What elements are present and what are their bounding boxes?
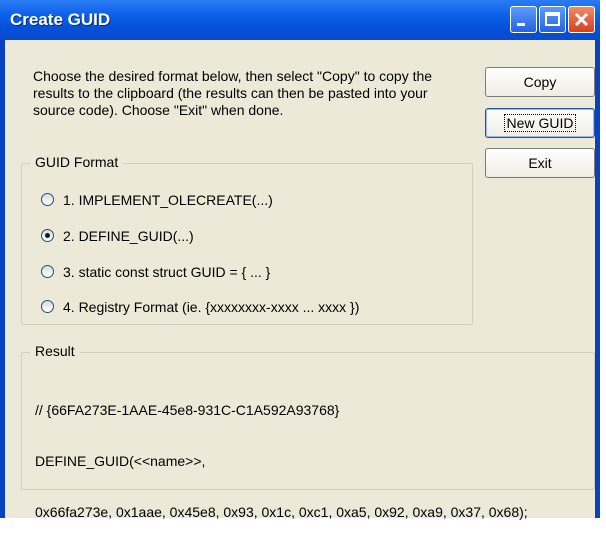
result-line-2: DEFINE_GUID(<<name>>,	[35, 453, 206, 469]
format-option-3-label: 3. static const struct GUID = { ... }	[63, 264, 271, 280]
format-option-2-label: 2. DEFINE_GUID(...)	[63, 228, 194, 244]
new-guid-button[interactable]: New GUID	[485, 108, 595, 138]
window-title: Create GUID	[10, 10, 111, 29]
format-option-1-label: 1. IMPLEMENT_OLECREATE(...)	[63, 192, 273, 208]
create-guid-window: Create GUID Choose the desired format be…	[0, 0, 600, 520]
exit-button[interactable]: Exit	[485, 148, 595, 178]
maximize-icon	[545, 12, 560, 26]
radio-1[interactable]	[41, 193, 54, 206]
new-guid-button-label: New GUID	[503, 114, 577, 132]
result-line-3: 0x66fa273e, 0x1aae, 0x45e8, 0x93, 0x1c, …	[35, 504, 528, 520]
instructions-text: Choose the desired format below, then se…	[33, 68, 433, 118]
format-option-4-label: 4. Registry Format (ie. {xxxxxxxx-xxxx .…	[63, 299, 360, 315]
radio-2[interactable]	[41, 229, 54, 242]
radio-3[interactable]	[41, 265, 54, 278]
close-button[interactable]	[568, 6, 595, 33]
copy-button-label: Copy	[523, 74, 557, 90]
radio-4[interactable]	[41, 300, 54, 313]
exit-button-label: Exit	[528, 155, 552, 171]
close-icon	[574, 12, 589, 27]
minimize-button[interactable]	[510, 6, 537, 33]
title-bar[interactable]: Create GUID	[0, 0, 600, 40]
guid-format-label: GUID Format	[30, 154, 124, 170]
copy-button[interactable]: Copy	[485, 67, 595, 97]
result-line-1: // {66FA273E-1AAE-45e8-931C-C1A592A93768…	[35, 402, 340, 418]
minimize-icon	[517, 23, 525, 26]
result-text: // {66FA273E-1AAE-45e8-931C-C1A592A93768…	[35, 368, 528, 555]
maximize-button[interactable]	[539, 6, 566, 33]
result-label: Result	[30, 343, 80, 359]
